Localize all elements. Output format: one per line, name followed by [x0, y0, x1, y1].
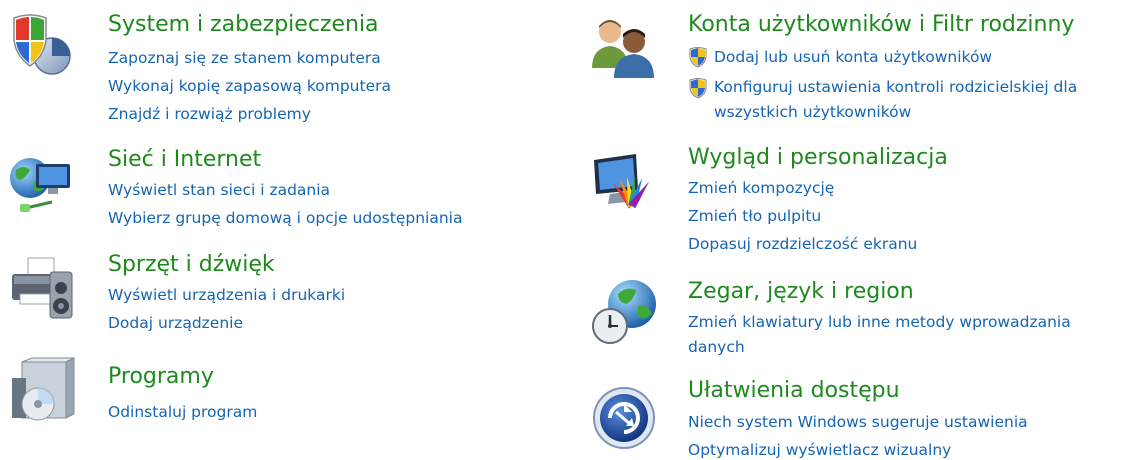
category-title-hardware-sound[interactable]: Sprzęt i dźwięk [108, 252, 275, 278]
category-title-network-internet[interactable]: Sieć i Internet [108, 147, 261, 173]
link-uninstall-program[interactable]: Odinstaluj program [108, 402, 257, 422]
monitor-color-palette-icon[interactable] [590, 150, 660, 220]
category-title-system-security[interactable]: System i zabezpieczenia [108, 12, 379, 38]
system-security-shield-icon[interactable] [8, 10, 78, 80]
link-parental-controls[interactable]: Konfiguruj ustawienia kontroli rodziciel… [714, 77, 1077, 97]
category-title-clock-language-region[interactable]: Zegar, język i region [688, 279, 914, 305]
category-title-user-accounts[interactable]: Konta użytkowników i Filtr rodzinny [688, 12, 1074, 38]
category-title-ease-of-access[interactable]: Ułatwienia dostępu [688, 378, 900, 404]
programs-box-disc-icon[interactable] [8, 356, 78, 426]
link-change-background[interactable]: Zmień tło pulpitu [688, 206, 821, 226]
link-find-fix-problems[interactable]: Znajdź i rozwiąż problemy [108, 104, 311, 124]
uac-shield-icon [689, 47, 707, 68]
uac-shield-icon [689, 78, 707, 99]
link-change-keyboards[interactable]: Zmień klawiatury lub inne metody wprowad… [688, 312, 1071, 332]
network-globe-icon[interactable] [6, 150, 76, 220]
link-add-device[interactable]: Dodaj urządzenie [108, 313, 243, 333]
printer-speaker-icon[interactable] [6, 254, 76, 324]
link-change-theme[interactable]: Zmień kompozycję [688, 178, 834, 198]
link-parental-controls-cont[interactable]: wszystkich użytkowników [714, 102, 911, 122]
link-check-computer-status[interactable]: Zapoznaj się ze stanem komputera [108, 48, 381, 68]
link-optimize-visual-display[interactable]: Optymalizuj wyświetlacz wizualny [688, 440, 951, 460]
link-windows-suggest-settings[interactable]: Niech system Windows sugeruje ustawienia [688, 412, 1028, 432]
link-backup-computer[interactable]: Wykonaj kopię zapasową komputera [108, 76, 391, 96]
link-add-remove-accounts[interactable]: Dodaj lub usuń konta użytkowników [714, 47, 992, 67]
link-adjust-resolution[interactable]: Dopasuj rozdzielczość ekranu [688, 234, 917, 254]
clock-globe-icon[interactable] [590, 276, 660, 346]
category-title-appearance[interactable]: Wygląd i personalizacja [688, 145, 948, 171]
link-network-status-tasks[interactable]: Wyświetl stan sieci i zadania [108, 180, 330, 200]
link-homegroup-sharing[interactable]: Wybierz grupę domową i opcje udostępnian… [108, 208, 462, 228]
link-change-keyboards-cont[interactable]: danych [688, 337, 745, 357]
category-title-programs[interactable]: Programy [108, 364, 214, 390]
ease-of-access-icon[interactable] [590, 382, 660, 452]
link-devices-printers[interactable]: Wyświetl urządzenia i drukarki [108, 285, 345, 305]
users-icon[interactable] [588, 12, 658, 82]
